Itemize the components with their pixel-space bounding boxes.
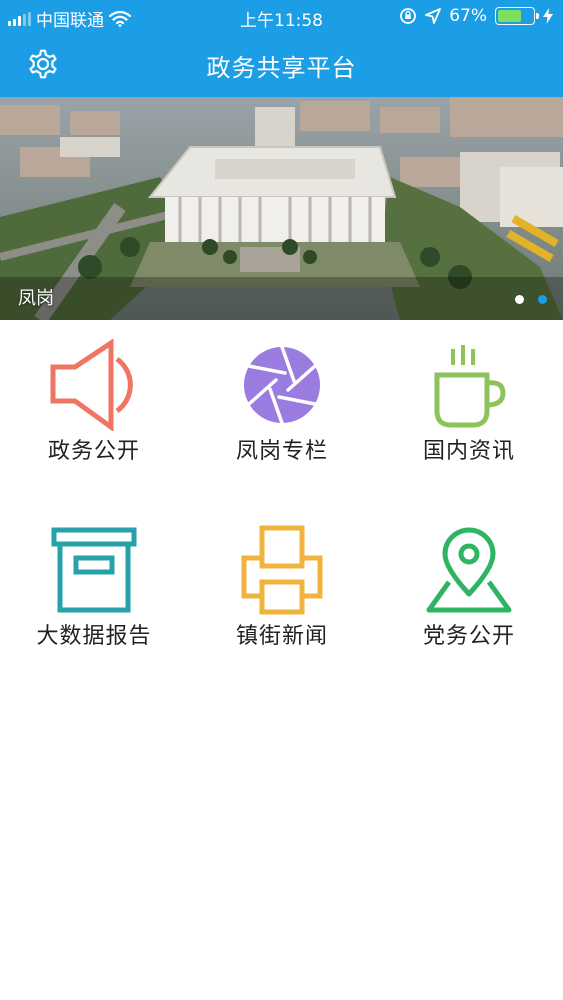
- grid-item-label: 国内资讯: [422, 439, 515, 464]
- grid-item-gov-affairs[interactable]: 政务公开: [0, 325, 188, 495]
- grid-item-fenggang-column[interactable]: 凤岗专栏: [188, 325, 376, 495]
- battery-level-fill: [498, 10, 521, 22]
- battery-icon: [495, 7, 539, 25]
- grid-item-party-affairs[interactable]: 党务公开: [375, 510, 563, 680]
- status-bar-right: 67%: [399, 6, 553, 26]
- nav-bar: 政务共享平台: [0, 34, 563, 97]
- carousel-dot-2[interactable]: [538, 295, 547, 304]
- banner-caption: 凤岗: [18, 288, 54, 309]
- grid-item-domestic-news[interactable]: 国内资讯: [375, 325, 563, 495]
- coffee-cup-icon: [434, 345, 506, 428]
- grid-item-big-data-report[interactable]: 大数据报告: [0, 510, 188, 680]
- app-header: 中国联通 上午11:58 67% 政务共享平台: [0, 0, 563, 97]
- status-bar: 中国联通 上午11:58 67%: [0, 0, 563, 34]
- carousel-dot-1[interactable]: [515, 295, 524, 304]
- page-title: 政务共享平台: [206, 54, 357, 82]
- printer-icon: [241, 525, 323, 615]
- grid-item-label: 镇街新闻: [235, 624, 328, 649]
- grid-item-town-news[interactable]: 镇街新闻: [188, 510, 376, 680]
- app-screen: 中国联通 上午11:58 67% 政务共享平台 凤岗 政务公开 凤岗专栏 国内资…: [0, 0, 563, 1000]
- battery-percent: 67%: [449, 6, 487, 26]
- speaker-icon: [50, 339, 133, 431]
- carousel-indicators: [515, 295, 547, 304]
- banner-photo: [0, 97, 563, 320]
- charging-icon: [543, 8, 553, 24]
- grid-item-label: 凤岗专栏: [235, 439, 328, 464]
- location-icon: [425, 8, 442, 24]
- grid-item-label: 政务公开: [47, 439, 140, 464]
- grid-item-label: 党务公开: [422, 624, 515, 649]
- grid-item-label: 大数据报告: [36, 624, 152, 649]
- map-pin-icon: [426, 527, 512, 613]
- archive-box-icon: [51, 527, 137, 613]
- orientation-lock-icon: [400, 8, 417, 24]
- banner-carousel[interactable]: 凤岗: [0, 97, 563, 320]
- camera-aperture-icon: [244, 345, 320, 425]
